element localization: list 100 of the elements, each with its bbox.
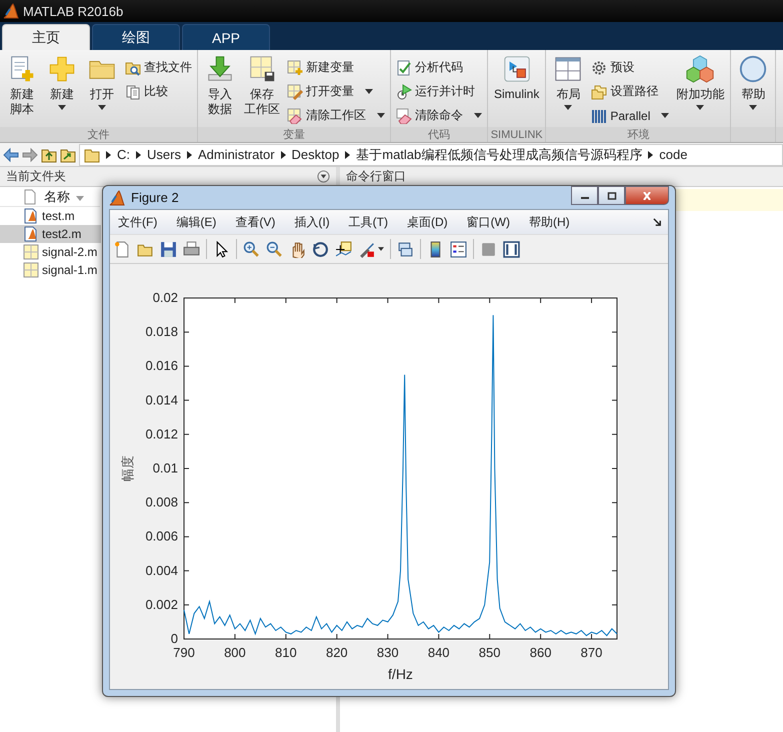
- path-crumb[interactable]: Users: [147, 147, 181, 162]
- menu-item[interactable]: 文件(F): [118, 214, 158, 230]
- ribbon-button[interactable]: 新建变量: [285, 56, 387, 79]
- menu-item[interactable]: 插入(I): [294, 214, 330, 230]
- group-label: 环境: [627, 129, 650, 141]
- axis-label: 幅度: [120, 456, 135, 482]
- maximize-button[interactable]: [598, 186, 625, 205]
- window-title: MATLAB R2016b: [23, 4, 124, 18]
- tick-label: 790: [173, 645, 195, 660]
- tick-label: 840: [428, 645, 450, 660]
- close-button[interactable]: [625, 186, 669, 205]
- tick-label: 820: [326, 645, 348, 660]
- chevron-icon: [648, 150, 654, 158]
- chevron-icon: [280, 150, 286, 158]
- path-crumb[interactable]: 基于matlab编程低频信号处理成高频信号源码程序: [356, 146, 642, 164]
- file-row[interactable]: signal-2.m: [0, 243, 101, 261]
- tick-label: 860: [530, 645, 552, 660]
- link-icon[interactable]: [397, 240, 414, 258]
- data-tip-icon[interactable]: [335, 240, 352, 258]
- brush-icon[interactable]: [358, 240, 375, 258]
- menu-item[interactable]: 帮助(H): [528, 214, 570, 230]
- ribbon-button[interactable]: 保存 工作区: [241, 54, 283, 117]
- ribbon-button[interactable]: 查找文件: [123, 56, 194, 79]
- compare-icon: [125, 84, 141, 100]
- tick-label: 800: [224, 645, 246, 660]
- path-crumb[interactable]: Desktop: [292, 147, 340, 162]
- folder-up-icon[interactable]: [41, 146, 57, 162]
- save-icon[interactable]: [160, 240, 177, 258]
- ribbon-button[interactable]: 预设: [589, 56, 672, 79]
- menu-item[interactable]: 查看(V): [235, 214, 276, 230]
- ribbon-button[interactable]: 导入 数据: [201, 54, 239, 117]
- ribbon-button[interactable]: 分析代码: [394, 56, 484, 79]
- column-header[interactable]: 名称: [0, 187, 100, 207]
- tick-label: 0.006: [145, 528, 178, 544]
- script-file-icon: [23, 208, 39, 224]
- ribbon-tab[interactable]: APP: [182, 24, 270, 50]
- figure-icon: [3, 3, 19, 19]
- tick-label: 810: [275, 645, 297, 660]
- ribbon-button[interactable]: 帮助: [734, 54, 772, 110]
- menu-item[interactable]: 窗口(W): [466, 214, 510, 230]
- grid-file-icon: [23, 244, 39, 260]
- dropdown-circle-icon[interactable]: [317, 170, 330, 183]
- ribbon-button[interactable]: 新建: [43, 54, 81, 110]
- ribbon-button[interactable]: 附加功能: [673, 54, 728, 110]
- file-row[interactable]: signal-1.m: [0, 261, 101, 279]
- menu-item[interactable]: 桌面(D): [406, 214, 448, 230]
- ribbon-button[interactable]: 清除工作区: [285, 104, 387, 127]
- grid-pencil-icon: [287, 84, 303, 100]
- folder-icon: [84, 146, 100, 162]
- dock-arrow-icon[interactable]: [653, 218, 662, 226]
- ribbon-tab[interactable]: 绘图: [92, 24, 180, 50]
- tick-label: 0.008: [145, 494, 178, 510]
- file-row[interactable]: test2.m: [0, 225, 101, 243]
- legend-icon[interactable]: [450, 240, 467, 258]
- panels-icon[interactable]: [503, 240, 520, 258]
- path-crumb[interactable]: Administrator: [198, 147, 275, 162]
- sort-caret-icon: [76, 196, 84, 200]
- grid-file-icon: [23, 262, 39, 278]
- menu-item[interactable]: 编辑(E): [176, 214, 216, 230]
- tick-label: 830: [376, 645, 399, 660]
- script-file-icon: [23, 226, 39, 242]
- caret-icon[interactable]: [378, 247, 384, 251]
- new-file-icon[interactable]: [114, 240, 131, 258]
- eraser-icon: [396, 108, 412, 124]
- tick-label: 0.016: [145, 358, 178, 374]
- arrow-left-icon[interactable]: [3, 146, 19, 162]
- minimize-button[interactable]: [571, 186, 598, 205]
- gear-icon: [591, 60, 608, 76]
- ribbon-button[interactable]: 运行并计时: [394, 80, 484, 103]
- figure-icon: [109, 190, 125, 206]
- group-label: 代码: [428, 129, 450, 141]
- rotate-icon[interactable]: [312, 240, 329, 258]
- window-title: Figure 2: [131, 190, 179, 205]
- ribbon-button[interactable]: 比较: [123, 80, 194, 103]
- file-row[interactable]: test.m: [0, 207, 101, 225]
- zoom-out-icon[interactable]: [266, 240, 283, 258]
- path-crumb[interactable]: code: [659, 147, 688, 162]
- arrow-right-icon[interactable]: [22, 146, 38, 162]
- ribbon-button[interactable]: Simulink: [491, 54, 542, 102]
- tick-label: 0.012: [145, 426, 178, 442]
- path-crumb[interactable]: C:: [117, 147, 130, 162]
- ribbon-button[interactable]: 打开: [83, 54, 121, 110]
- group-label: 文件: [88, 129, 110, 141]
- menu-item[interactable]: 工具(T): [348, 214, 388, 230]
- ribbon-button[interactable]: 清除命令: [394, 104, 484, 127]
- ribbon-button[interactable]: 设置路径: [589, 80, 672, 103]
- tick-label: 0.004: [145, 562, 178, 578]
- folder-arrow-icon[interactable]: [60, 146, 76, 162]
- ribbon-button[interactable]: 布局: [549, 54, 588, 110]
- ribbon-button[interactable]: 打开变量: [285, 80, 387, 103]
- ribbon-tab[interactable]: 主页: [2, 24, 90, 50]
- checklist-icon: [396, 60, 412, 76]
- ribbon-button[interactable]: 新建 脚本: [3, 54, 41, 117]
- ribbon-button[interactable]: Parallel: [589, 104, 672, 127]
- path-field[interactable]: C: Users Administrator Desktop 基于matlab编程低频信号处理成高频信号源码程序 code: [79, 144, 783, 166]
- tick-label: 0.002: [145, 596, 178, 612]
- panel-title: 当前文件夹: [6, 168, 66, 185]
- zoom-in-icon[interactable]: [243, 240, 260, 258]
- printer-icon[interactable]: [183, 240, 200, 258]
- maximize-icon: [606, 192, 616, 200]
